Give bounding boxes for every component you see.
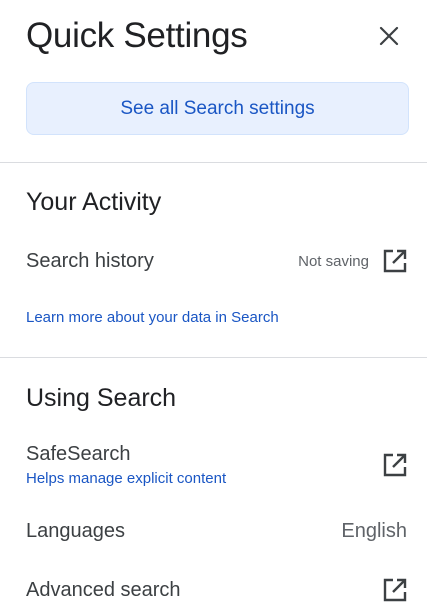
search-history-open-button[interactable]: [381, 247, 409, 275]
safesearch-label: SafeSearch: [26, 443, 131, 465]
divider: [0, 162, 427, 163]
search-history-status: Not saving: [298, 247, 409, 275]
section-title-your-activity: Your Activity: [26, 188, 162, 216]
languages-label: Languages: [26, 519, 125, 542]
safesearch-sublabel-link[interactable]: Helps manage explicit content: [26, 470, 226, 487]
close-button[interactable]: [375, 22, 403, 50]
divider: [0, 357, 427, 358]
advanced-search-row[interactable]: Advanced search: [26, 575, 409, 605]
advanced-search-label: Advanced search: [26, 578, 181, 601]
see-all-search-settings-button[interactable]: See all Search settings: [26, 82, 409, 135]
close-icon: [379, 26, 399, 46]
search-history-status-text: Not saving: [298, 252, 369, 270]
open-in-new-icon: [383, 249, 407, 273]
quick-settings-panel: Quick Settings See all Search settings Y…: [0, 0, 427, 613]
page-title: Quick Settings: [26, 16, 248, 55]
safesearch-open-button[interactable]: [381, 451, 409, 479]
advanced-search-open-button[interactable]: [381, 576, 409, 604]
header: Quick Settings: [26, 12, 411, 60]
languages-row[interactable]: Languages English: [26, 516, 409, 546]
search-history-label: Search history: [26, 249, 154, 272]
safesearch-text: SafeSearch Helps manage explicit content: [26, 443, 226, 487]
section-title-using-search: Using Search: [26, 384, 177, 412]
search-history-row[interactable]: Search history Not saving: [26, 246, 409, 276]
open-in-new-icon: [383, 578, 407, 602]
languages-value: English: [341, 519, 407, 542]
open-in-new-icon: [383, 453, 407, 477]
safesearch-row[interactable]: SafeSearch Helps manage explicit content: [26, 440, 409, 490]
learn-more-data-link[interactable]: Learn more about your data in Search: [26, 309, 279, 326]
